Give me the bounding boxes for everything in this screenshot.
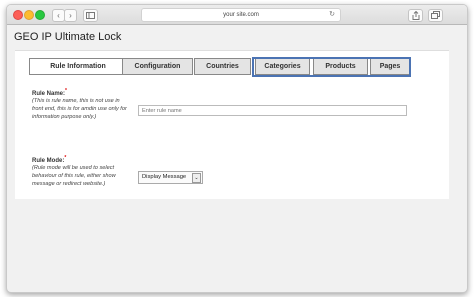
required-mark: * xyxy=(64,155,67,161)
tab-countries[interactable]: Countries xyxy=(194,58,251,75)
rule-mode-selected-value: Display Message xyxy=(142,174,187,180)
forward-icon[interactable]: › xyxy=(64,9,77,22)
tab-rule-information[interactable]: Rule Information xyxy=(29,58,127,75)
rule-name-help: (This is rule name, this is not use in f… xyxy=(32,98,127,120)
tab-configuration[interactable]: Configuration xyxy=(122,58,193,75)
close-window-button[interactable] xyxy=(13,10,23,20)
share-icon[interactable] xyxy=(408,9,423,22)
browser-toolbar: ‹ › your site.com ↻ xyxy=(7,5,467,25)
zoom-window-button[interactable] xyxy=(35,10,45,20)
address-text: your site.com xyxy=(223,12,259,18)
rule-mode-select[interactable]: Display Message ⌄ xyxy=(138,171,203,184)
tabs-icon[interactable] xyxy=(428,9,443,22)
browser-window: ‹ › your site.com ↻ GEO IP Ultimate Lock… xyxy=(6,4,468,293)
rule-mode-help: (Rule mode will be used to select behavi… xyxy=(32,165,116,187)
address-bar[interactable]: your site.com ↻ xyxy=(141,8,341,22)
chevron-down-icon: ⌄ xyxy=(192,173,201,183)
rule-name-label: Rule Name:* xyxy=(32,88,67,97)
rule-mode-label: Rule Mode:* xyxy=(32,155,67,164)
sidebar-icon[interactable] xyxy=(83,9,98,22)
minimize-window-button[interactable] xyxy=(24,10,34,20)
tabs-highlight-box xyxy=(252,57,411,77)
rule-name-input[interactable] xyxy=(138,105,407,116)
page-title: GEO IP Ultimate Lock xyxy=(14,31,122,43)
required-mark: * xyxy=(65,88,67,94)
reload-icon[interactable]: ↻ xyxy=(329,9,335,21)
